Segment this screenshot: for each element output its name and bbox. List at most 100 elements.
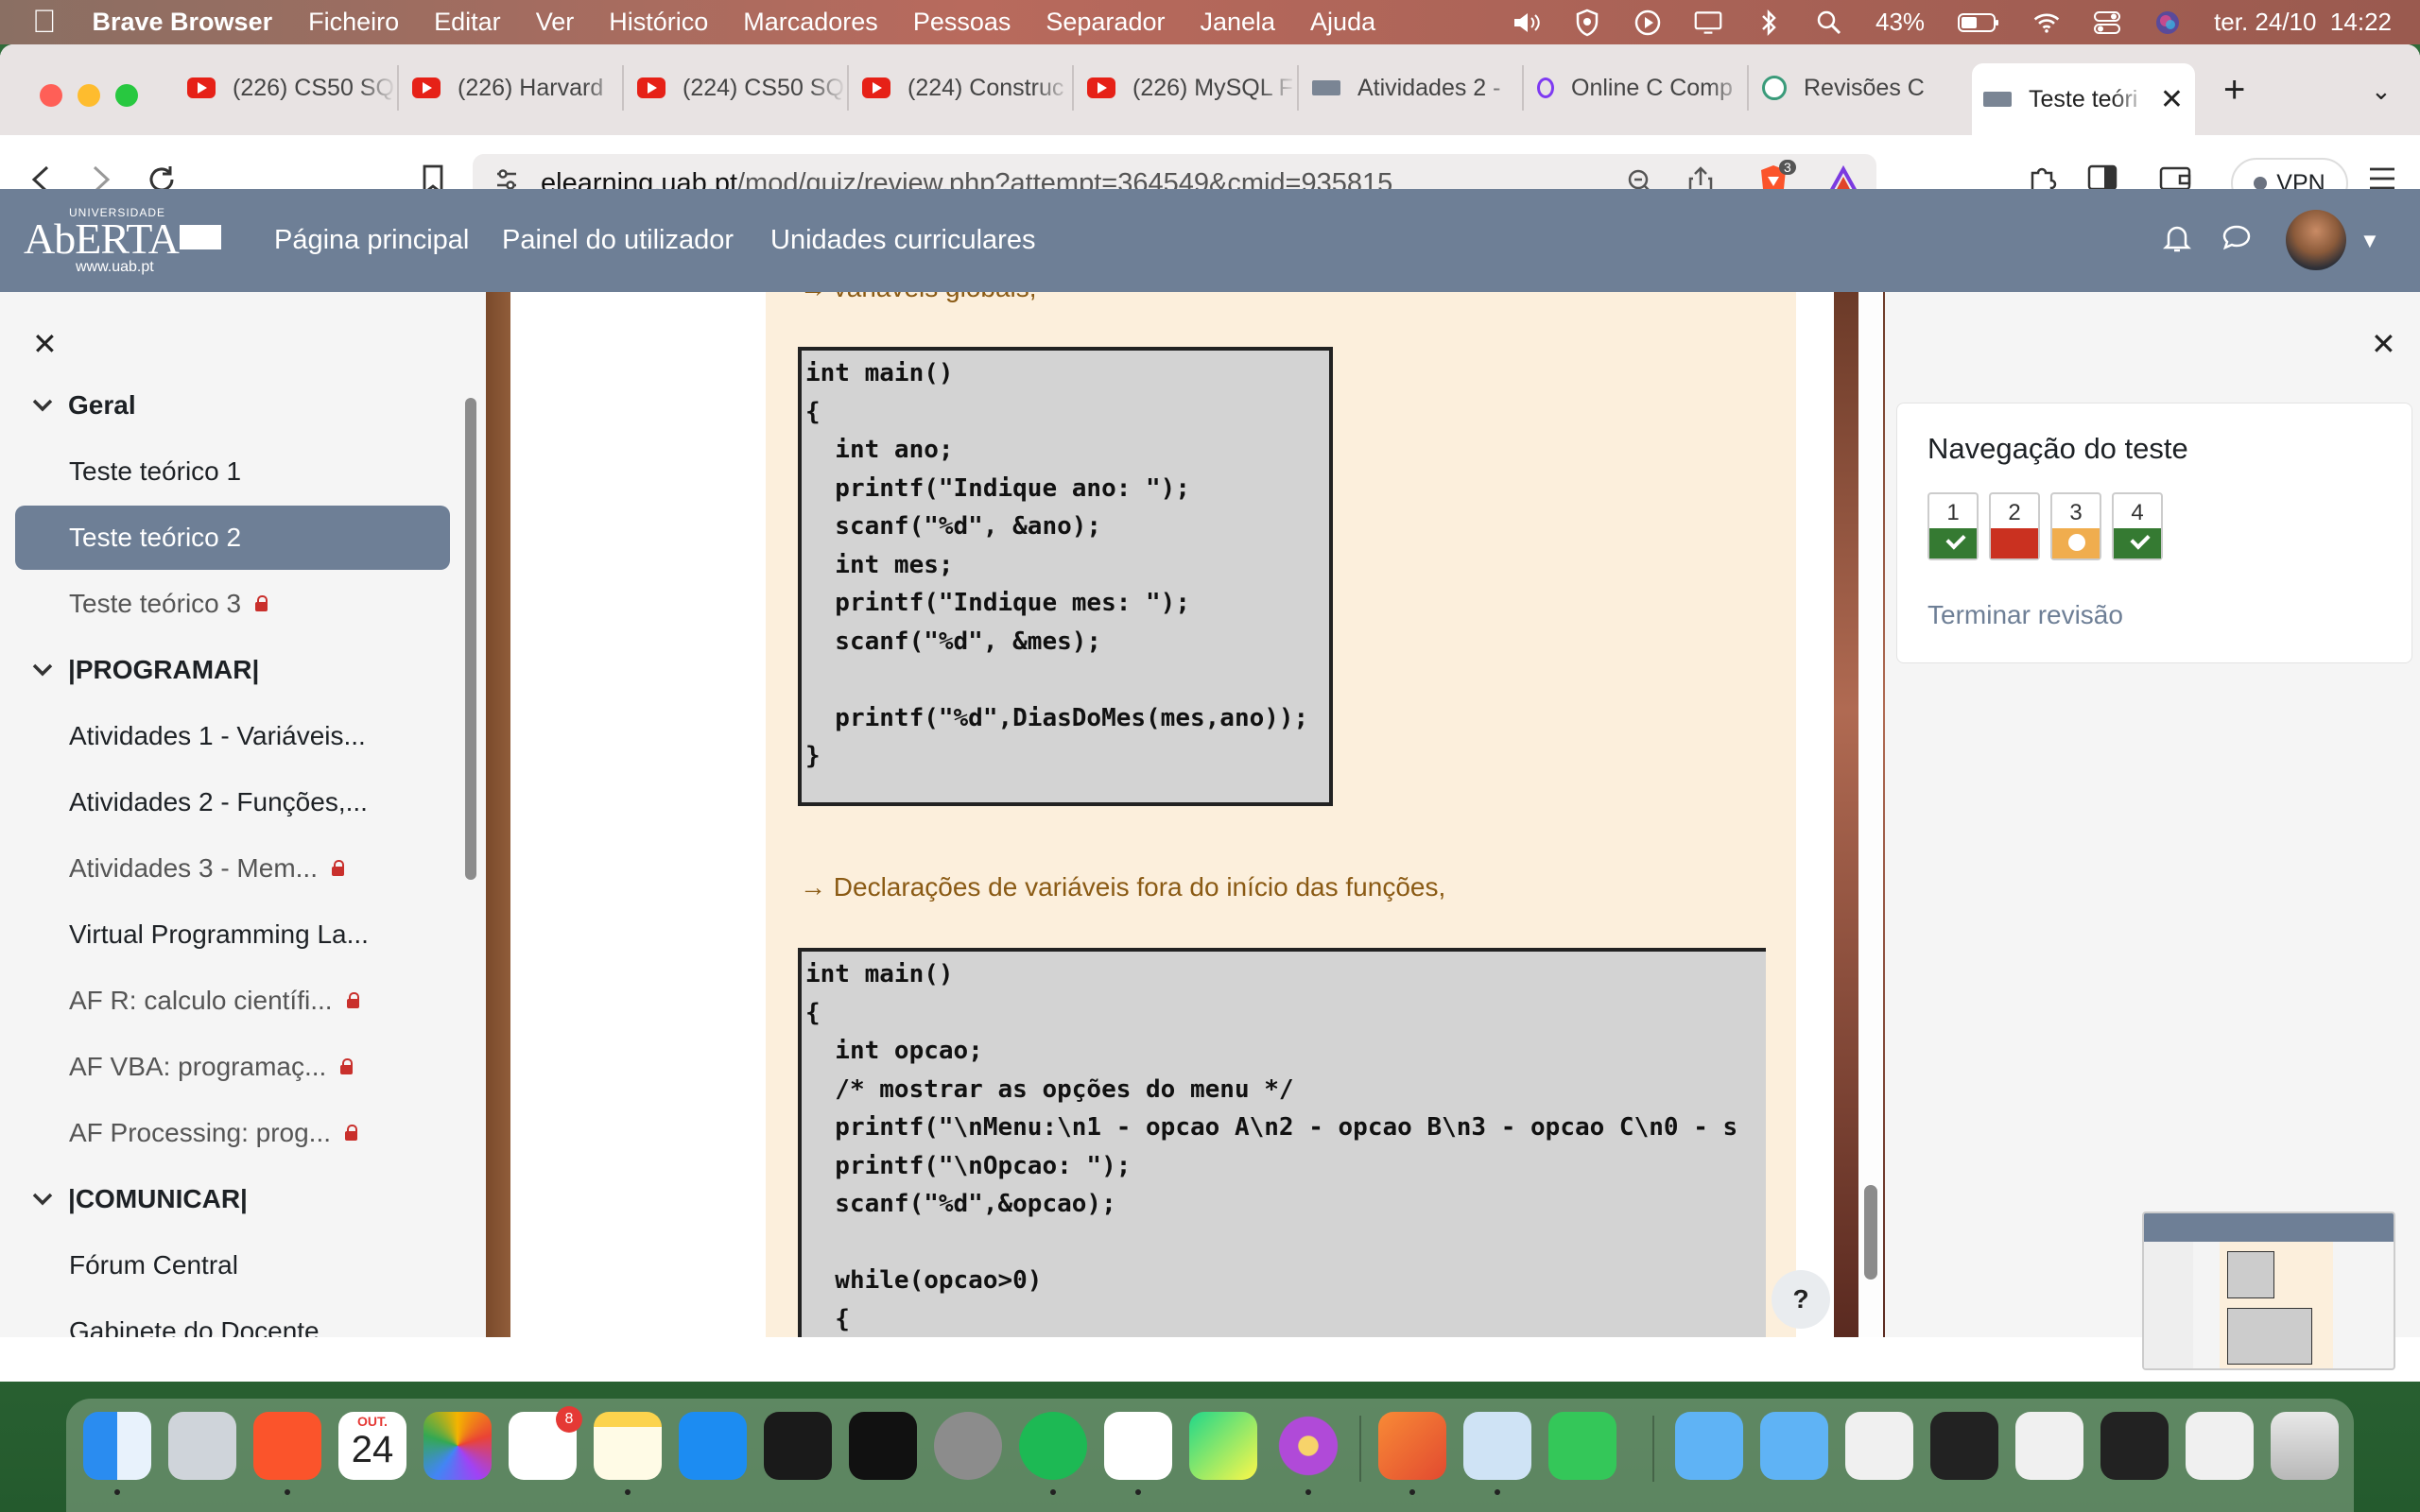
- facetime-icon[interactable]: [1548, 1412, 1616, 1480]
- chevron-down-icon[interactable]: [32, 658, 53, 682]
- main-scroll-track[interactable]: [1858, 292, 1883, 1337]
- bluetooth-icon[interactable]: [1754, 9, 1783, 37]
- menubar-app-name[interactable]: Brave Browser: [93, 8, 273, 37]
- calendar-icon[interactable]: OUT. 24: [338, 1412, 406, 1480]
- menubar-item-janela[interactable]: Janela: [1200, 8, 1275, 37]
- finder-icon[interactable]: [83, 1412, 151, 1480]
- pycharm-icon[interactable]: [1189, 1412, 1257, 1480]
- question-2-button[interactable]: 2: [1989, 492, 2040, 560]
- vscode-icon[interactable]: [1104, 1412, 1172, 1480]
- drawer-item-atividades-3-mem[interactable]: Atividades 3 - Mem...: [15, 836, 450, 901]
- menubar-item-pessoas[interactable]: Pessoas: [913, 8, 1011, 37]
- nav-dashboard-link[interactable]: Painel do utilizador: [502, 225, 734, 256]
- display-icon[interactable]: [1694, 9, 1722, 37]
- recent-window-thumbnail[interactable]: [2100, 1412, 2169, 1480]
- wifi-icon[interactable]: [2032, 9, 2061, 37]
- drawer-item-af-vba-programac[interactable]: AF VBA: programaç...: [15, 1035, 450, 1099]
- uab-logo[interactable]: UNIVERSIDADE AbERTA www.uab.pt: [24, 204, 222, 276]
- menubar-item-separador[interactable]: Separador: [1046, 8, 1165, 37]
- drawer-scrollbar[interactable]: [465, 398, 476, 880]
- terminal-icon[interactable]: [849, 1412, 917, 1480]
- window-zoom-button[interactable]: [115, 84, 138, 107]
- folder-icon[interactable]: [1760, 1412, 1828, 1480]
- tab-4[interactable]: (224) Construc: [851, 65, 1074, 111]
- drawer-section-comunicar[interactable]: |COMUNICAR|: [15, 1167, 450, 1231]
- screenshot-thumbnail[interactable]: [2142, 1211, 2395, 1370]
- tab-2[interactable]: (226) Harvard: [401, 65, 624, 111]
- recent-window-thumbnail[interactable]: [1845, 1412, 1913, 1480]
- menubar-item-ficheiro[interactable]: Ficheiro: [308, 8, 399, 37]
- drawer-item-forum-central[interactable]: Fórum Central: [15, 1233, 450, 1297]
- folder-icon[interactable]: [1675, 1412, 1743, 1480]
- swift-icon[interactable]: [1378, 1412, 1446, 1480]
- siri-icon[interactable]: [2153, 9, 2182, 37]
- question-4-button[interactable]: 4: [2112, 492, 2163, 560]
- tab-8[interactable]: Revisões C: [1751, 65, 1959, 111]
- main-scrollbar-thumb[interactable]: [1864, 1185, 1877, 1280]
- flower-app-icon[interactable]: [1274, 1412, 1342, 1480]
- tab-close-icon[interactable]: ✕: [2160, 83, 2184, 116]
- menubar-item-ajuda[interactable]: Ajuda: [1310, 8, 1375, 37]
- recent-window-thumbnail[interactable]: [2015, 1412, 2083, 1480]
- window-close-button[interactable]: [40, 84, 62, 107]
- recent-window-thumbnail[interactable]: [2186, 1412, 2254, 1480]
- right-drawer-close-icon[interactable]: ✕: [2371, 326, 2396, 362]
- tab-3[interactable]: (224) CS50 SQ: [626, 65, 849, 111]
- drawer-item-atividades-1-variaveis[interactable]: Atividades 1 - Variáveis...: [15, 704, 450, 768]
- nav-courses-link[interactable]: Unidades curriculares: [770, 225, 1035, 256]
- spotlight-search-icon[interactable]: [1815, 9, 1843, 37]
- drawer-item-virtual-programming-la[interactable]: Virtual Programming La...: [15, 902, 450, 967]
- finish-review-link[interactable]: Terminar revisão: [1927, 600, 2123, 630]
- user-avatar[interactable]: [2286, 210, 2346, 270]
- play-circle-icon[interactable]: [1634, 9, 1662, 37]
- chevron-down-icon[interactable]: [32, 1187, 53, 1211]
- question-1-button[interactable]: 1: [1927, 492, 1979, 560]
- menubar-item-ver[interactable]: Ver: [536, 8, 575, 37]
- drawer-item-teste-teorico-1[interactable]: Teste teórico 1: [15, 439, 450, 504]
- tab-1[interactable]: (226) CS50 SQ: [176, 65, 399, 111]
- battery-icon[interactable]: [1957, 9, 2000, 37]
- drawer-item-teste-teorico-2[interactable]: Teste teórico 2: [15, 506, 450, 570]
- new-tab-button[interactable]: +: [2223, 69, 2245, 112]
- chevron-down-icon[interactable]: [32, 393, 53, 418]
- tab-5[interactable]: (226) MySQL F: [1076, 65, 1299, 111]
- app-store-icon[interactable]: [679, 1412, 747, 1480]
- tab-9-active[interactable]: Teste teóri ✕: [1972, 63, 2195, 135]
- nav-home-link[interactable]: Página principal: [274, 225, 469, 256]
- drawer-item-atividades-2-funcoes[interactable]: Atividades 2 - Funções,...: [15, 770, 450, 834]
- shield-icon[interactable]: [1573, 9, 1601, 37]
- menubar-item-marcadores[interactable]: Marcadores: [743, 8, 878, 37]
- drawer-section-geral[interactable]: Geral: [15, 373, 450, 438]
- drawer-item-teste-teorico-3[interactable]: Teste teórico 3: [15, 572, 450, 636]
- question-3-button[interactable]: 3: [2050, 492, 2101, 560]
- drawer-item-af-processing-prog[interactable]: AF Processing: prog...: [15, 1101, 450, 1165]
- tab-7[interactable]: Online C Comp: [1526, 65, 1749, 111]
- spotify-icon[interactable]: [1019, 1412, 1087, 1480]
- menubar-item-historico[interactable]: Histórico: [609, 8, 708, 37]
- help-button[interactable]: ?: [1772, 1270, 1830, 1329]
- brave-icon[interactable]: [253, 1412, 321, 1480]
- tab-list-chevron-icon[interactable]: ⌄: [2371, 77, 2392, 106]
- drawer-section-programar[interactable]: |PROGRAMAR|: [15, 638, 450, 702]
- menubar-item-editar[interactable]: Editar: [434, 8, 501, 37]
- window-minimize-button[interactable]: [78, 84, 100, 107]
- drawer-item-gabinete-do-docente[interactable]: Gabinete do Docente: [15, 1299, 450, 1337]
- notifications-bell-icon[interactable]: [2162, 223, 2192, 258]
- preview-icon[interactable]: [1463, 1412, 1531, 1480]
- notes-icon[interactable]: [594, 1412, 662, 1480]
- apple-menu-icon[interactable]: : [32, 4, 57, 41]
- photos-icon[interactable]: [424, 1412, 492, 1480]
- activity-monitor-icon[interactable]: [764, 1412, 832, 1480]
- reminders-icon[interactable]: 8: [509, 1406, 582, 1480]
- messages-chat-icon[interactable]: [2221, 223, 2252, 256]
- drawer-item-af-r-calculo-cientifi[interactable]: AF R: calculo científi...: [15, 969, 450, 1033]
- trash-icon[interactable]: [2271, 1412, 2339, 1480]
- volume-icon[interactable]: [1512, 9, 1541, 37]
- system-settings-icon[interactable]: [934, 1412, 1002, 1480]
- control-center-icon[interactable]: [2093, 9, 2121, 37]
- tab-6[interactable]: Atividades 2 -: [1301, 65, 1524, 111]
- drawer-close-icon[interactable]: ✕: [32, 326, 58, 362]
- recent-window-thumbnail[interactable]: [1930, 1412, 1998, 1480]
- user-menu-chevron-icon[interactable]: ▼: [2360, 229, 2380, 253]
- menubar-datetime[interactable]: ter. 24/10 14:22: [2214, 8, 2392, 37]
